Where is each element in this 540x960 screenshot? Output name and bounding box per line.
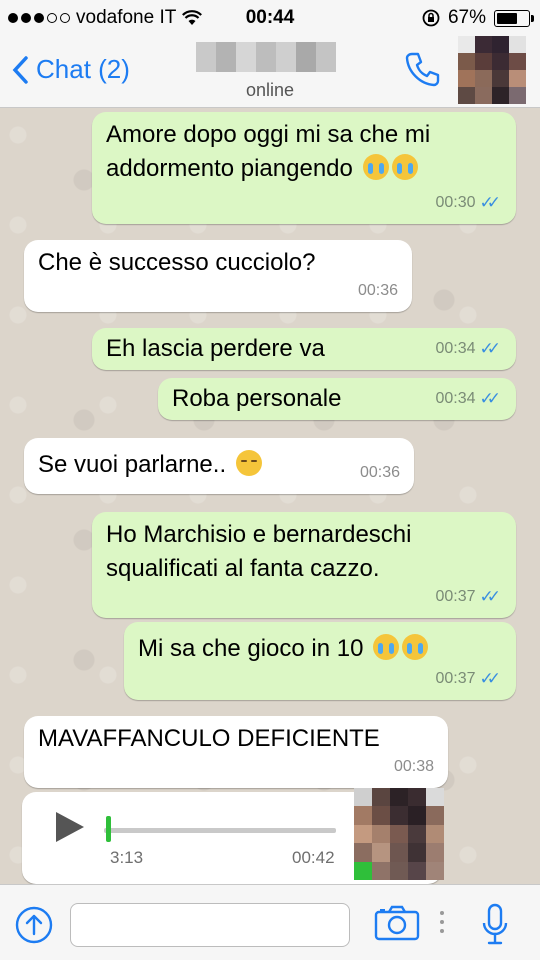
message-time: 00:34	[435, 390, 476, 407]
crying-emoji-icon	[373, 634, 400, 660]
microphone-icon	[482, 903, 508, 945]
voice-progress-thumb[interactable]	[106, 816, 111, 842]
message-line: Se vuoi parlarne..	[38, 451, 227, 478]
message-input[interactable]	[70, 903, 350, 947]
read-receipt-icon: ✓✓	[479, 669, 501, 688]
message-bubble[interactable]: Ho Marchisio e bernardeschi squalificati…	[92, 512, 516, 618]
message-meta: 00:37 ✓✓	[435, 580, 502, 614]
message-line: addormento piangendo	[106, 155, 353, 182]
battery-icon	[494, 9, 534, 27]
message-bubble[interactable]: Roba personale 00:34 ✓✓	[158, 378, 516, 420]
call-button[interactable]	[404, 50, 442, 93]
message-bubble[interactable]: Che è successo cucciolo? 00:36	[24, 240, 412, 312]
voice-duration: 3:13	[110, 848, 144, 867]
message-line: Mi sa che gioco in 10	[138, 635, 364, 662]
battery-fill	[497, 12, 518, 24]
voice-progress-track[interactable]	[104, 828, 336, 833]
phone-icon	[405, 52, 440, 87]
read-receipt-icon: ✓✓	[479, 587, 501, 606]
message-line: squalificati al fanta cazzo.	[106, 555, 380, 582]
read-receipt-icon: ✓✓	[479, 389, 501, 408]
battery-percent: 67%	[447, 7, 486, 28]
message-bubble[interactable]: MAVAFFANCULO DEFICIENTE 00:38	[24, 716, 448, 788]
voice-message[interactable]: 3:13 00:42	[22, 788, 444, 884]
crying-emoji-icon	[391, 154, 418, 180]
message-time: 00:36	[357, 282, 398, 299]
read-receipt-icon: ✓✓	[479, 339, 501, 358]
status-right: 67%	[422, 7, 534, 29]
message-meta: 00:34 ✓✓	[435, 332, 502, 366]
microphone-button[interactable]	[482, 903, 508, 952]
message-meta: 00:34 ✓✓	[435, 382, 502, 416]
upload-icon	[15, 906, 53, 944]
share-button[interactable]	[14, 905, 54, 950]
contact-name-redacted[interactable]	[196, 42, 336, 72]
pensive-emoji-icon	[235, 450, 262, 476]
message-text: Se vuoi parlarne..	[24, 438, 414, 482]
rotation-lock-icon	[422, 9, 440, 27]
crying-emoji-icon	[402, 634, 429, 660]
sender-avatar	[354, 788, 444, 880]
message-line: Ho Marchisio e bernardeschi	[106, 521, 412, 548]
camera-icon	[374, 905, 420, 941]
message-time: 00:36	[359, 464, 400, 481]
message-time: 00:37	[435, 670, 476, 687]
chat-header: Chat (2) online	[0, 36, 540, 108]
message-text: Che è successo cucciolo?	[38, 249, 316, 276]
more-dots-icon	[440, 911, 444, 933]
message-text: Amore dopo oggi mi sa che mi addormento …	[92, 112, 516, 186]
message-text: Ho Marchisio e bernardeschi squalificati…	[92, 512, 516, 586]
message-bubble[interactable]: Se vuoi parlarne.. 00:36	[24, 438, 414, 494]
message-bubble[interactable]: Eh lascia perdere va 00:34 ✓✓	[92, 328, 516, 370]
compose-bar	[0, 884, 540, 960]
contact-avatar[interactable]	[458, 36, 526, 104]
play-button[interactable]	[54, 810, 86, 849]
message-text: Mi sa che gioco in 10	[124, 622, 516, 666]
message-text: MAVAFFANCULO DEFICIENTE	[38, 725, 380, 752]
message-bubble[interactable]: Amore dopo oggi mi sa che mi addormento …	[92, 112, 516, 224]
status-bar: vodafone IT 00:44 67%	[0, 0, 540, 36]
read-receipt-icon: ✓✓	[479, 193, 501, 212]
message-bubble[interactable]: Mi sa che gioco in 10 00:37 ✓✓	[124, 622, 516, 700]
message-meta: 00:37 ✓✓	[435, 662, 502, 696]
chat-area[interactable]: Amore dopo oggi mi sa che mi addormento …	[0, 108, 540, 884]
message-time: 00:30	[435, 194, 476, 211]
crying-emoji-icon	[362, 154, 389, 180]
message-meta: 00:30 ✓✓	[435, 186, 502, 220]
message-line: Amore dopo oggi mi sa che mi	[106, 121, 431, 148]
voice-time: 00:42	[292, 848, 335, 867]
play-icon	[56, 812, 84, 842]
message-time: 00:38	[393, 758, 434, 775]
message-time: 00:37	[435, 588, 476, 605]
camera-button[interactable]	[374, 905, 420, 946]
message-time: 00:34	[435, 340, 476, 357]
